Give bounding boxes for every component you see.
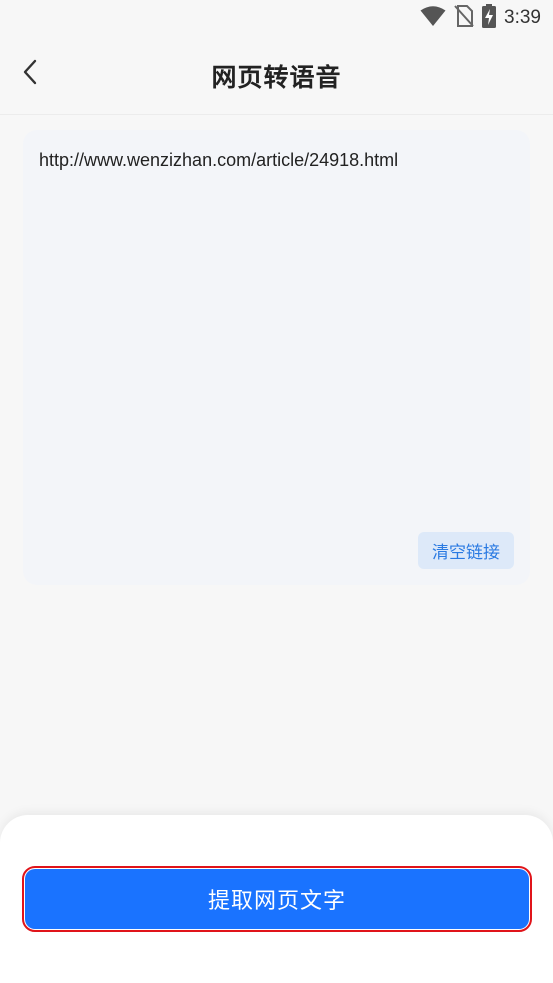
url-input-area[interactable]: http://www.wenzizhan.com/article/24918.h… [23, 130, 530, 585]
clear-link-button[interactable]: 清空链接 [418, 532, 514, 569]
wifi-icon [420, 5, 446, 31]
extract-text-button[interactable]: 提取网页文字 [22, 866, 532, 932]
header: 网页转语音 [0, 36, 553, 115]
page-title: 网页转语音 [211, 63, 342, 92]
no-sim-icon [454, 5, 474, 31]
bottom-action-panel: 提取网页文字 [0, 815, 553, 983]
status-icons: 3:39 [420, 4, 541, 32]
status-time: 3:39 [504, 7, 541, 28]
battery-charging-icon [482, 4, 497, 32]
status-bar: 3:39 [0, 0, 553, 36]
url-input-value[interactable]: http://www.wenzizhan.com/article/24918.h… [39, 148, 514, 172]
